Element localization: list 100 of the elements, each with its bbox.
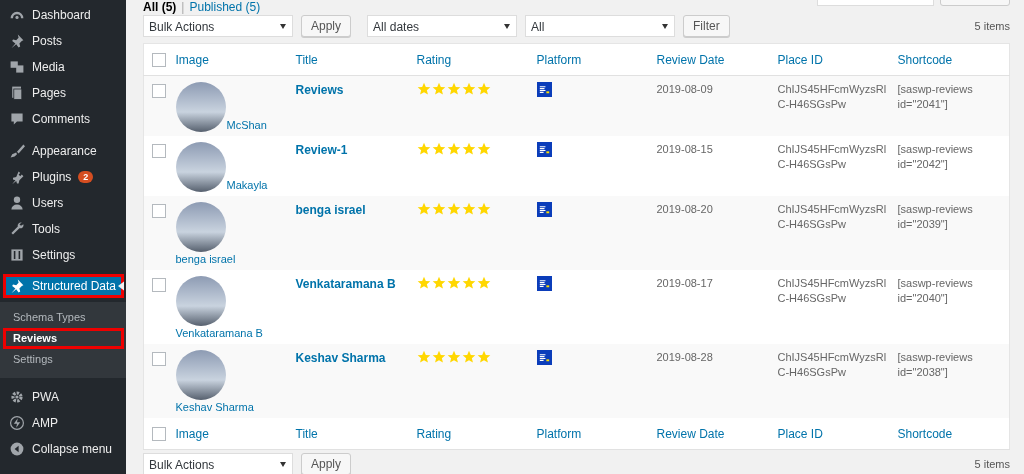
apply-button[interactable]: Apply [301,453,352,474]
column-header[interactable]: Rating [416,427,452,441]
view-link[interactable]: All (5) [143,0,177,12]
star-icon [431,142,446,156]
review-title-link[interactable]: Venkataramana B [295,277,396,291]
checkbox[interactable] [152,427,166,442]
bulk-actions-dropdown[interactable]: Bulk Actions [143,453,293,474]
star-icon [446,142,461,156]
column-header[interactable]: Shortcode [897,427,953,441]
menu-item[interactable]: AMP [0,410,126,436]
star-icon [461,82,476,96]
column-header[interactable]: Shortcode [897,53,953,67]
menu-label: Settings [32,248,76,262]
menu-label: PWA [32,390,59,404]
column-header[interactable]: Title [295,53,318,67]
wrench-icon [9,221,25,237]
menu-item[interactable]: Appearance [0,138,126,164]
menu-item[interactable]: PWA [0,384,126,410]
column-header[interactable]: Review Date [656,53,725,67]
menu-label: Media [32,60,65,74]
column-header[interactable]: Platform [536,53,582,67]
submenu-item[interactable]: Settings [0,349,126,370]
avatar-placeholder [175,82,226,132]
menu-item[interactable]: Users [0,190,126,216]
column-header[interactable]: Platform [536,427,582,441]
menu-item[interactable]: Posts [0,28,126,54]
checkbox[interactable] [152,351,166,366]
menu-item[interactable]: Settings [0,242,126,268]
view-link[interactable]: Published (5) [189,0,261,12]
menu-item[interactable]: Comments [0,106,126,132]
filter-button[interactable]: Filter [683,15,730,37]
star-icon [416,82,431,96]
star-icon [476,202,491,216]
column-header[interactable]: Image [175,427,209,441]
review-title-link[interactable]: Review-1 [295,143,348,157]
item-count: 5 items [974,20,1010,32]
apply-button[interactable]: Apply [301,15,352,37]
bulk-actions-dropdown[interactable]: Bulk Actions [143,15,293,37]
checkbox[interactable] [152,203,166,218]
menu-item[interactable]: Collapse menu [0,436,126,462]
settings-icon [9,389,25,405]
place-id: ChIJS45HFcmWyzsRlC-H46SGsPw [777,351,887,378]
submenu-item[interactable]: Schema Types [0,307,126,328]
column-header[interactable]: Image [175,53,209,67]
platform-logo-icon [536,276,552,291]
star-icon [416,276,431,290]
menu-label: Plugins [32,170,72,184]
star-icon [446,82,461,96]
pushpin-icon [9,278,25,294]
caret-icon [662,24,669,29]
review-title-link[interactable]: benga israel [295,203,366,217]
platform-filter-dropdown[interactable]: All [525,15,676,37]
paintbrush-icon [9,143,25,159]
author-link[interactable]: Venkataramana B [175,326,263,340]
review-date: 2019-08-15 [656,143,713,155]
review-title-link[interactable]: Keshav Sharma [295,351,386,365]
pushpin-icon [9,33,25,49]
shortcode-text: [saswp-reviews id="2038"] [897,351,973,378]
checkbox[interactable] [152,277,166,292]
star-icon [476,142,491,156]
pointer-icon [118,281,124,291]
menu-item[interactable]: Pages [0,80,126,106]
checkbox[interactable] [152,143,166,158]
platform-logo-icon [536,202,552,217]
menu-label: Collapse menu [32,442,113,456]
shortcode-text: [saswp-reviews id="2040"] [897,277,973,304]
checkbox[interactable] [152,53,166,68]
caret-icon [504,24,511,29]
media-icon [9,59,25,75]
menu-item[interactable]: Dashboard [0,2,126,28]
author-link[interactable]: Makayla [226,178,268,192]
shortcode-text: [saswp-reviews id="2042"] [897,143,973,170]
submenu-item[interactable]: Reviews [3,328,124,349]
column-header[interactable]: Place ID [777,427,823,441]
star-icon [476,276,491,290]
menu-label: Dashboard [32,8,91,22]
menu-label: Pages [32,86,67,100]
author-link[interactable]: McShan [226,118,267,132]
review-date: 2019-08-20 [656,203,713,215]
avatar-placeholder [175,350,226,400]
menu-label: Posts [32,34,62,48]
author-link[interactable]: Keshav Sharma [175,400,254,414]
review-title-link[interactable]: Reviews [295,83,344,97]
star-icon [461,276,476,290]
checkbox[interactable] [152,83,166,98]
column-header[interactable]: Title [295,427,318,441]
menu-item[interactable]: Tools [0,216,126,242]
place-id: ChIJS45HFcmWyzsRlC-H46SGsPw [777,143,887,170]
date-filter-dropdown[interactable]: All dates [367,15,518,37]
star-icon [431,202,446,216]
author-link[interactable]: benga israel [175,252,236,266]
menu-label: Structured Data [32,279,117,293]
star-icon [476,82,491,96]
column-header[interactable]: Rating [416,53,452,67]
menu-item[interactable]: Media [0,54,126,80]
menu-item[interactable]: Structured Data [3,274,124,298]
column-header[interactable]: Place ID [777,53,823,67]
column-header[interactable]: Review Date [656,427,725,441]
menu-item[interactable]: Plugins 2 [0,164,126,190]
speech-bubble-icon [9,111,25,127]
